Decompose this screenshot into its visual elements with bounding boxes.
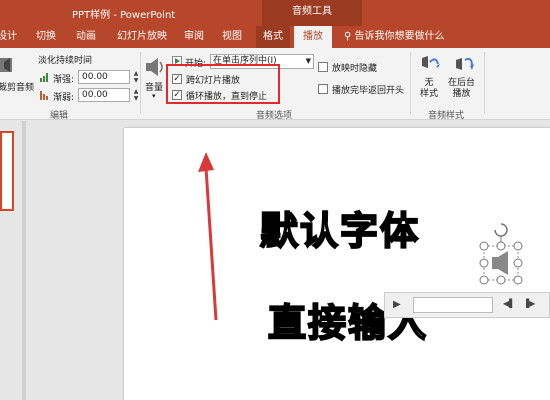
hide-during-show-checkbox[interactable] — [318, 62, 328, 72]
group-divider — [484, 52, 485, 114]
no-style-button[interactable]: 无 样式 — [420, 78, 438, 100]
tab-format[interactable]: 格式 — [256, 26, 290, 48]
audio-options-group-label: 音频选项 — [256, 111, 293, 121]
slide-thumbnail-pane — [0, 121, 22, 400]
context-tool-header: 音频工具 — [262, 0, 362, 26]
play-icon[interactable]: ▶ — [393, 299, 401, 310]
fade-in-spinner[interactable]: ▲ ▼ — [132, 70, 140, 84]
fade-out-input[interactable]: 00.00 — [78, 88, 130, 102]
group-divider — [410, 52, 411, 114]
chevron-down-icon[interactable]: ▾ — [152, 92, 156, 100]
trim-audio-icon — [0, 58, 12, 72]
fade-in-label: 渐强: — [53, 75, 75, 85]
audio-styles-group-label: 音频样式 — [428, 111, 465, 121]
tab-transitions[interactable]: 切换 — [30, 26, 62, 48]
volume-icon — [146, 58, 163, 76]
window-title: PPT样例 - PowerPoint — [72, 10, 176, 21]
tell-me-label: 告诉我你想要做什么 — [354, 31, 445, 42]
slide-text-default-font[interactable]: 默认字体 — [259, 200, 420, 255]
hide-during-show-label: 放映时隐藏 — [332, 64, 378, 74]
rewind-after-playing-checkbox[interactable] — [318, 84, 328, 94]
fade-in-icon — [40, 73, 48, 82]
rotate-handle-icon[interactable] — [494, 223, 508, 237]
fade-out-spinner[interactable]: ▲ ▼ — [132, 88, 140, 102]
lightbulb-icon: ⚲ — [344, 31, 355, 42]
speaker-icon — [492, 257, 498, 269]
editing-group-label: 编辑 — [50, 111, 69, 121]
fade-out-icon — [40, 91, 48, 100]
play-in-background-icon — [456, 57, 474, 70]
tab-design[interactable]: 设计 — [0, 26, 18, 48]
audio-player-bar: ▶ ◀▌ ▐▶ — [384, 292, 550, 318]
fade-out-label: 渐弱: — [53, 93, 75, 103]
chevron-down-icon: ▼ — [305, 57, 311, 65]
fade-in-input[interactable]: 00.00 — [78, 70, 130, 84]
no-style-icon — [422, 56, 440, 68]
tab-slideshow[interactable]: 幻灯片放映 — [112, 26, 172, 48]
ribbon-tab-row: 设计 切换 动画 幻灯片放映 审阅 视图 格式 播放 ⚲ 告诉我你想要做什么 — [0, 26, 550, 48]
highlight-box — [166, 64, 280, 104]
slide-thumbnail[interactable] — [0, 131, 14, 211]
fade-duration-title: 淡化持续时间 — [38, 56, 93, 66]
forward-icon[interactable]: ▐▶ — [523, 299, 535, 308]
pane-splitter[interactable] — [22, 121, 26, 400]
tab-playback[interactable]: 播放 — [294, 26, 332, 48]
tab-animations[interactable]: 动画 — [70, 26, 102, 48]
seek-bar[interactable] — [413, 297, 493, 313]
rewind-icon[interactable]: ◀▌ — [503, 299, 515, 308]
slide-canvas[interactable]: 默认字体 直接输入 — [124, 128, 550, 400]
rewind-after-playing-label: 播放完毕返回开头 — [332, 86, 405, 96]
tell-me-search[interactable]: ⚲ 告诉我你想要做什么 — [344, 26, 445, 48]
tab-view[interactable]: 视图 — [216, 26, 248, 48]
audio-object[interactable] — [478, 220, 524, 292]
trim-audio-button[interactable]: 裁剪音频 — [0, 80, 34, 93]
tab-review[interactable]: 审阅 — [178, 26, 210, 48]
group-divider — [140, 52, 141, 114]
play-in-background-button[interactable]: 在后台 播放 — [448, 78, 475, 100]
red-arrow-annotation — [198, 152, 218, 321]
